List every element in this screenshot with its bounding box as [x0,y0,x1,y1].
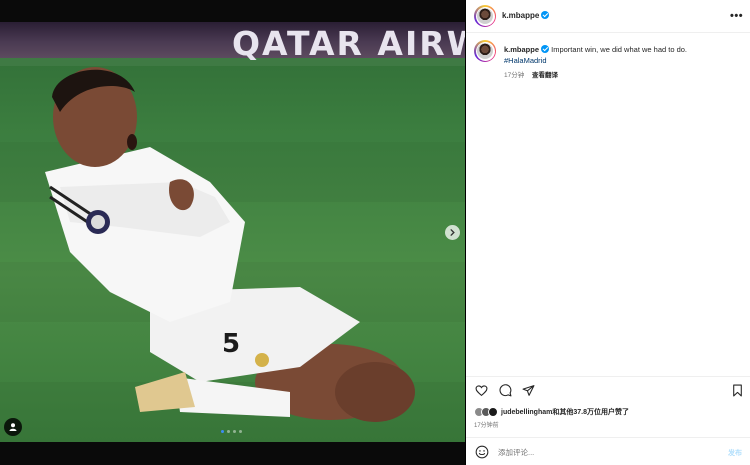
post-photo[interactable]: QATAR AIRW 5 [0,22,465,442]
user-tag-icon [9,423,17,431]
user-tags-button[interactable] [4,418,22,436]
post-comment-button[interactable]: 发布 [728,448,742,458]
action-bar [466,376,750,402]
post-header: k.mbappe ••• [466,0,750,33]
jersey-number: 5 [222,329,240,359]
caption-avatar[interactable] [474,40,496,62]
save-button[interactable] [731,384,744,397]
liker-avatar [488,406,498,417]
verified-badge-icon [541,11,550,19]
player-figure: 5 [45,67,415,422]
carousel-dot [233,430,236,433]
more-options-button[interactable]: ••• [730,10,743,22]
comment-bar: 发布 [466,437,750,465]
caption-text-block: k.mbappe Important win, we did what we h… [504,44,744,66]
post-timestamp[interactable]: 17分钟前 [474,420,499,429]
post-details-panel: k.mbappe ••• k.mbappe Important win, we … [466,0,750,465]
bookmark-icon [733,384,742,397]
likes-text[interactable]: judebellingham和其他37.8万位用户赞了 [501,407,629,417]
likes-summary[interactable]: judebellingham和其他37.8万位用户赞了 [474,406,629,417]
author-username[interactable]: k.mbappe [502,11,550,20]
emoji-icon [475,445,489,459]
share-icon [522,385,535,396]
next-media-button[interactable] [445,225,460,240]
caption-text: Important win, we did what we had to do. [551,45,688,54]
comment-input[interactable] [498,445,698,459]
heart-icon [475,385,488,397]
post-modal: QATAR AIRW 5 k.mbappe ••• k.mbappe Impor… [0,0,750,465]
emoji-button[interactable] [475,445,489,459]
like-button[interactable] [475,384,488,397]
carousel-dot [239,430,242,433]
chevron-right-icon [450,229,455,236]
caption-time[interactable]: 17分钟 [504,72,524,79]
carousel-indicator [221,430,242,433]
author-username-text[interactable]: k.mbappe [502,11,539,20]
translate-button[interactable]: 查看翻译 [532,72,558,79]
share-button[interactable] [522,384,535,397]
comment-button[interactable] [499,384,512,397]
caption-meta: 17分钟 查看翻译 [504,69,558,79]
carousel-dot [227,430,230,433]
carousel-dot [221,430,224,433]
caption-hashtag[interactable]: #HalaMadrid [504,55,744,66]
caption-username[interactable]: k.mbappe [504,45,539,54]
verified-badge-icon [541,45,550,53]
post-media: QATAR AIRW 5 [0,0,465,465]
comment-icon [499,384,512,397]
author-avatar[interactable] [474,5,496,27]
